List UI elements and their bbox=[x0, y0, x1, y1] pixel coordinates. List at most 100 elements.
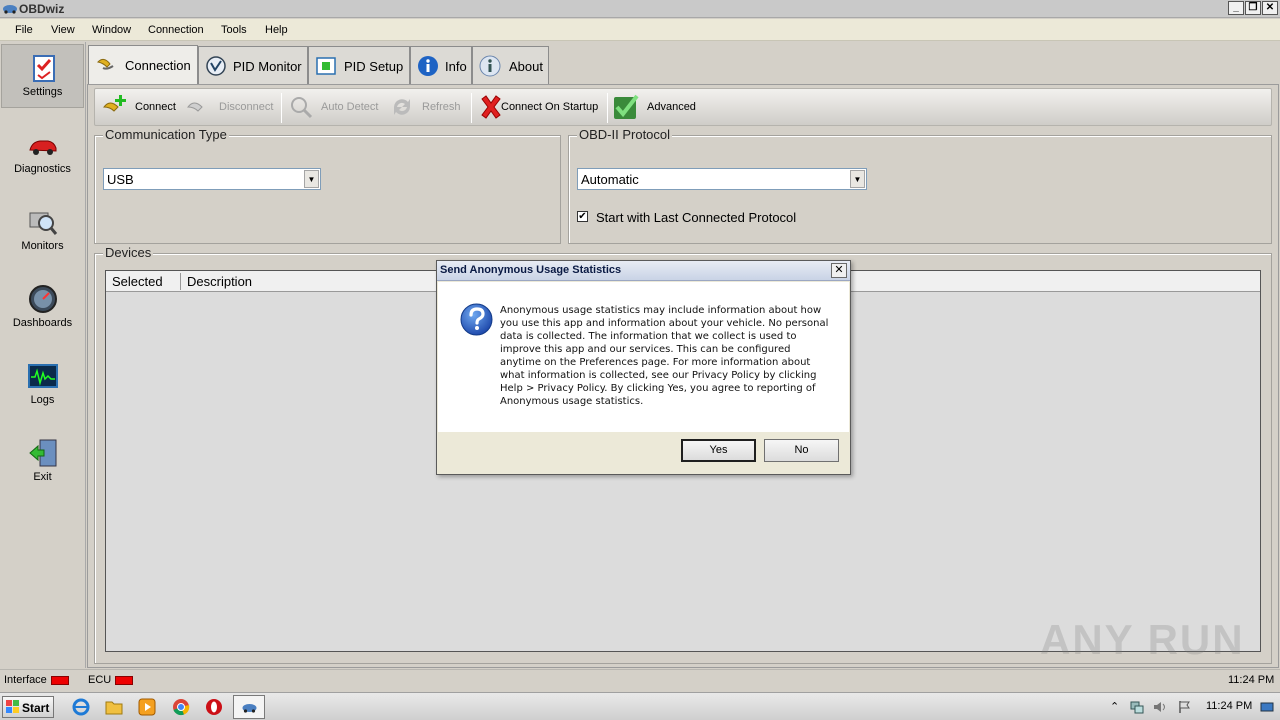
menu-connection[interactable]: Connection bbox=[148, 24, 204, 36]
taskbar-clock: 11:24 PM bbox=[1206, 700, 1253, 712]
auto-detect-label: Auto Detect bbox=[321, 101, 379, 113]
chevron-down-icon[interactable]: ▼ bbox=[304, 170, 319, 188]
obd-protocol-select[interactable]: Automatic ▼ bbox=[577, 168, 867, 190]
volume-icon[interactable] bbox=[1153, 700, 1167, 714]
green-check-icon bbox=[614, 94, 639, 119]
disconnect-label: Disconnect bbox=[219, 101, 274, 113]
sidebar-item-dashboards[interactable]: Dashboards bbox=[1, 276, 84, 340]
pid-setup-icon bbox=[316, 57, 336, 75]
connect-plug-icon bbox=[102, 95, 126, 112]
settings-checklist-icon bbox=[33, 55, 55, 82]
obdwiz-app-icon bbox=[3, 5, 17, 14]
obdwiz-taskbar-button[interactable] bbox=[233, 695, 265, 719]
sidebar-item-settings[interactable]: Settings bbox=[1, 44, 84, 108]
refresh-label: Refresh bbox=[422, 101, 461, 113]
sidebar-label-settings: Settings bbox=[22, 86, 63, 98]
sidebar-item-monitors[interactable]: Monitors bbox=[1, 199, 84, 263]
connect-on-startup-button[interactable]: Connect On Startup bbox=[475, 91, 603, 123]
car-icon bbox=[29, 140, 57, 155]
tray-expand-icon[interactable]: ⌃ bbox=[1110, 700, 1124, 714]
sidebar-item-logs[interactable]: Logs bbox=[1, 353, 84, 417]
auto-detect-icon bbox=[291, 97, 313, 119]
menu-window[interactable]: Window bbox=[92, 24, 131, 36]
last-protocol-checkbox[interactable]: ✔ bbox=[577, 211, 588, 222]
menu-view[interactable]: View bbox=[51, 24, 75, 36]
tab-about[interactable]: About bbox=[472, 46, 549, 84]
chevron-down-icon[interactable]: ▼ bbox=[850, 170, 865, 188]
start-button[interactable]: Start bbox=[2, 696, 54, 718]
question-icon bbox=[460, 303, 493, 336]
sidebar-label-exit: Exit bbox=[33, 471, 52, 483]
sidebar-label-monitors: Monitors bbox=[21, 240, 64, 252]
dialog-titlebar: Send Anonymous Usage Statistics ✕ bbox=[437, 261, 850, 281]
dialog-message: Anonymous usage statistics may include i… bbox=[500, 305, 829, 407]
close-button[interactable]: ✕ bbox=[1262, 1, 1278, 15]
menu-tools[interactable]: Tools bbox=[221, 24, 247, 36]
tab-info[interactable]: Info bbox=[410, 46, 472, 84]
tab-label-pid-monitor: PID Monitor bbox=[233, 59, 302, 74]
tab-label-pid-setup: PID Setup bbox=[344, 59, 404, 74]
usage-statistics-dialog: Send Anonymous Usage Statistics ✕ Anonym… bbox=[436, 260, 851, 475]
advanced-button[interactable]: Advanced bbox=[611, 91, 701, 123]
taskbar: Start ⌃ 11:24 PM bbox=[0, 692, 1280, 720]
connect-button[interactable]: Connect bbox=[99, 91, 181, 123]
advanced-label: Advanced bbox=[647, 101, 696, 113]
tab-label-info: Info bbox=[445, 59, 467, 74]
plug-icon bbox=[96, 58, 114, 70]
column-description[interactable]: Description bbox=[187, 274, 252, 289]
connect-label: Connect bbox=[135, 101, 176, 113]
tab-pid-setup[interactable]: PID Setup bbox=[308, 46, 410, 84]
auto-detect-button[interactable]: Auto Detect bbox=[285, 91, 381, 123]
tab-label-connection: Connection bbox=[125, 58, 191, 73]
no-button[interactable]: No bbox=[764, 439, 839, 462]
internet-explorer-icon[interactable] bbox=[72, 698, 90, 716]
disconnect-plug-icon bbox=[186, 102, 203, 112]
show-desktop-icon[interactable] bbox=[1260, 700, 1274, 714]
window-title: OBDwiz bbox=[19, 2, 65, 16]
chrome-icon[interactable] bbox=[172, 698, 190, 716]
connect-on-startup-label: Connect On Startup bbox=[501, 101, 599, 113]
communication-type-legend: Communication Type bbox=[103, 127, 229, 142]
disconnect-button[interactable]: Disconnect bbox=[183, 91, 275, 123]
communication-type-group: Communication Type USB ▼ bbox=[94, 127, 561, 244]
media-player-icon[interactable] bbox=[138, 698, 156, 716]
magnifier-icon bbox=[29, 212, 58, 235]
window-titlebar: OBDwiz _ ❐ ✕ bbox=[0, 0, 1280, 18]
pid-monitor-icon bbox=[206, 56, 226, 76]
last-protocol-label: Start with Last Connected Protocol bbox=[596, 210, 797, 225]
start-label: Start bbox=[22, 701, 50, 715]
dialog-title: Send Anonymous Usage Statistics bbox=[440, 264, 622, 276]
menu-help[interactable]: Help bbox=[265, 24, 288, 36]
column-selected[interactable]: Selected bbox=[112, 274, 163, 289]
ecu-status-label: ECU bbox=[88, 674, 112, 686]
refresh-icon bbox=[394, 99, 410, 115]
obd-protocol-legend: OBD-II Protocol bbox=[577, 127, 673, 142]
folder-icon[interactable] bbox=[105, 698, 123, 716]
sidebar-item-diagnostics[interactable]: Diagnostics bbox=[1, 122, 84, 186]
obd-protocol-value: Automatic bbox=[581, 172, 639, 187]
sidebar: Settings Diagnostics Monitors Dashboards… bbox=[0, 42, 86, 668]
menu-bar: File View Window Connection Tools Help bbox=[0, 19, 1280, 41]
restore-button[interactable]: ❐ bbox=[1245, 1, 1261, 15]
sidebar-label-dashboards: Dashboards bbox=[12, 317, 73, 329]
watermark-text: ANY RUN bbox=[1040, 616, 1245, 663]
connection-toolbar: Connect Disconnect Auto Detect Refresh C… bbox=[94, 88, 1272, 126]
gauge-icon bbox=[29, 285, 57, 313]
yes-button[interactable]: Yes bbox=[681, 439, 756, 462]
opera-icon[interactable] bbox=[205, 698, 223, 716]
minimize-button[interactable]: _ bbox=[1228, 1, 1244, 15]
action-center-flag-icon[interactable] bbox=[1178, 700, 1192, 714]
network-icon[interactable] bbox=[1130, 700, 1144, 714]
interface-status-led bbox=[51, 676, 69, 685]
refresh-button[interactable]: Refresh bbox=[386, 91, 466, 123]
tab-pid-monitor[interactable]: PID Monitor bbox=[198, 46, 308, 84]
menu-file[interactable]: File bbox=[15, 24, 33, 36]
status-time: 11:24 PM bbox=[1228, 674, 1275, 686]
sidebar-item-exit[interactable]: Exit bbox=[1, 430, 84, 494]
info-icon bbox=[418, 56, 438, 76]
oscilloscope-icon bbox=[28, 364, 58, 388]
tab-connection[interactable]: Connection bbox=[88, 45, 198, 85]
communication-type-select[interactable]: USB ▼ bbox=[103, 168, 321, 190]
devices-legend: Devices bbox=[103, 245, 154, 260]
dialog-close-button[interactable]: ✕ bbox=[831, 263, 847, 278]
